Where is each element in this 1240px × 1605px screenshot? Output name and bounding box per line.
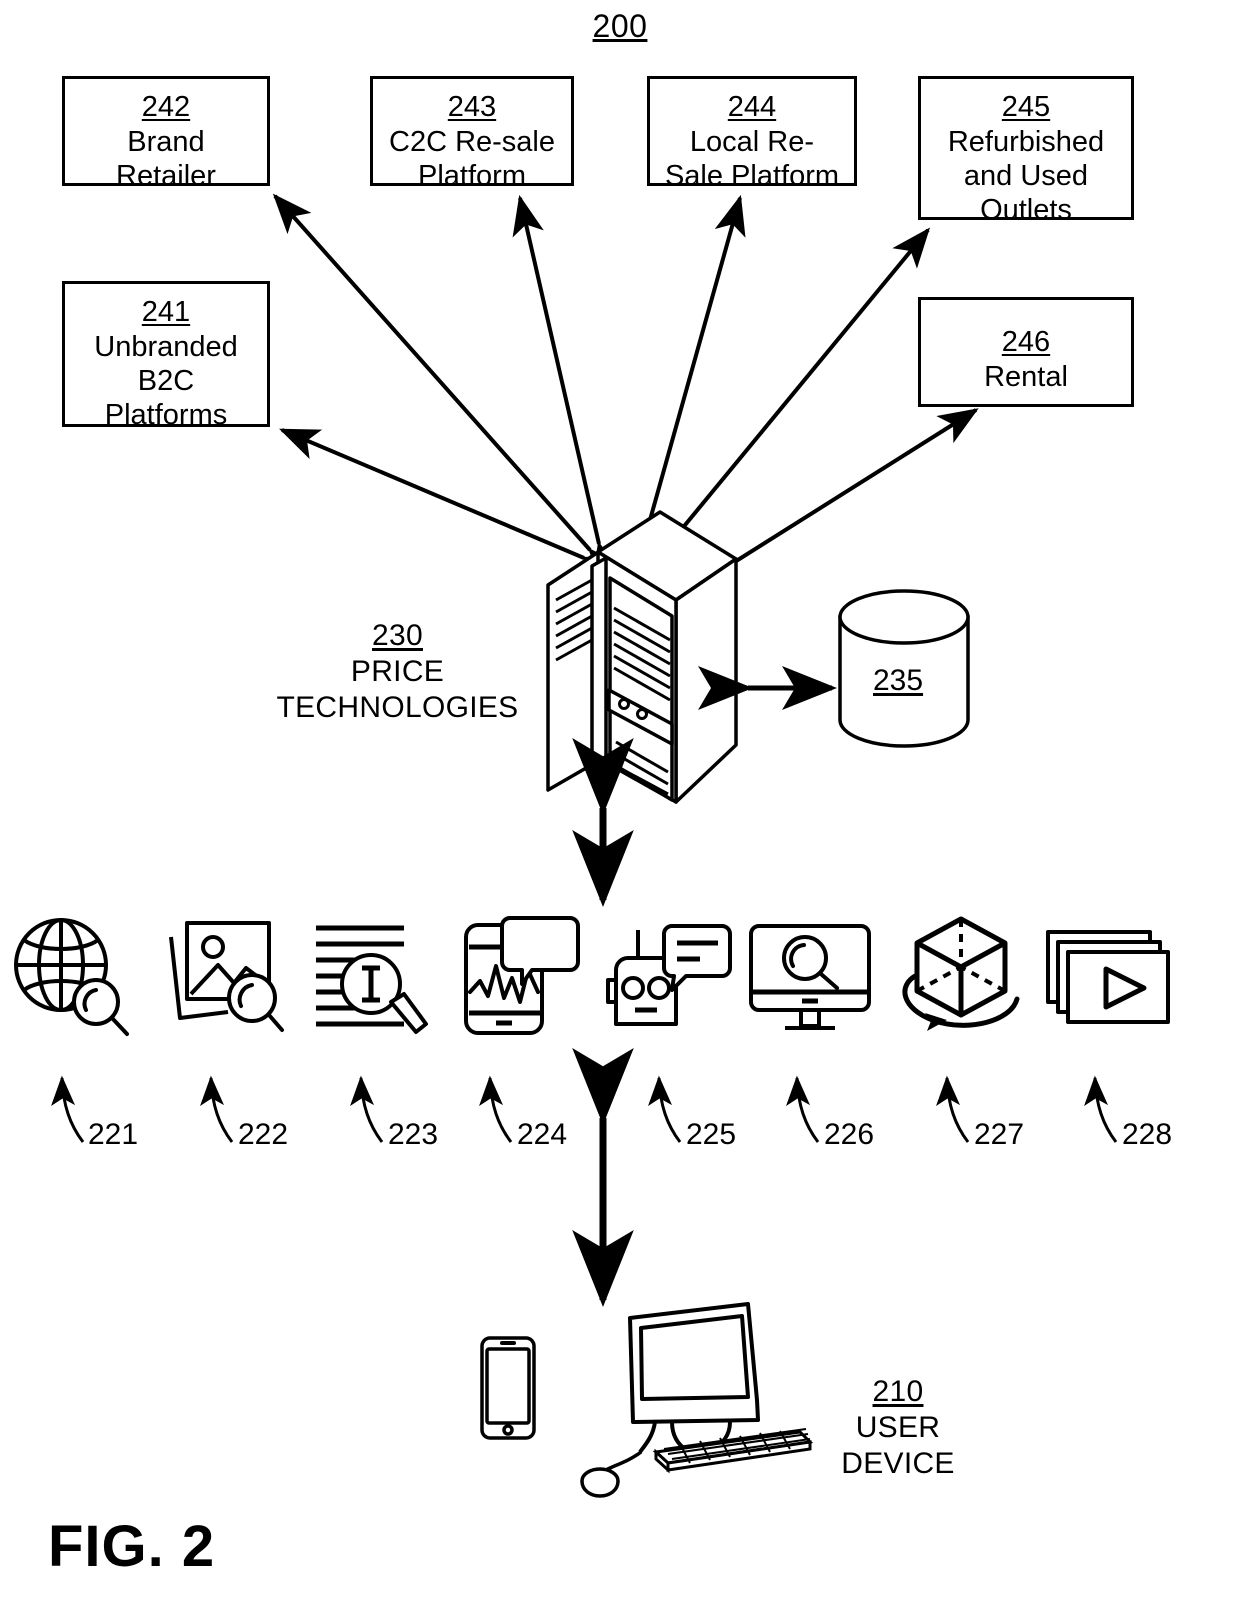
user-device-ref-number: 210 xyxy=(872,1375,924,1408)
globe-search-icon xyxy=(14,918,129,1036)
mouse-icon xyxy=(580,1467,620,1498)
leader-225 xyxy=(648,1075,682,1143)
connector-230-242 xyxy=(272,193,627,589)
connector-230-245 xyxy=(626,227,931,592)
box-241-unbranded-b2c-platforms[interactable]: 241 Unbranded B2C Platforms xyxy=(62,281,270,431)
icon-ref-226: 226 xyxy=(824,1118,875,1151)
video-stack-play-icon xyxy=(1046,930,1170,1024)
box-label: Brand Retailer xyxy=(116,125,216,192)
connector-230-246 xyxy=(666,408,979,614)
box-244-local-resale-platform[interactable]: 244 Local Re- Sale Platform xyxy=(647,76,857,192)
rotating-3d-cube-icon xyxy=(902,916,1020,1031)
box-label: Refurbished and Used Outlets xyxy=(947,125,1105,226)
box-ref-number: 245 xyxy=(1001,91,1051,123)
box-ref-number: 242 xyxy=(141,91,191,123)
server-platform-connectors xyxy=(272,193,979,614)
box-245-refurbished-and-used-outlets[interactable]: 245 Refurbished and Used Outlets xyxy=(918,76,1134,226)
leader-223 xyxy=(350,1075,384,1143)
box-label: Unbranded B2C Platforms xyxy=(94,330,238,431)
image-search-icon xyxy=(169,921,284,1032)
modality-icon-228[interactable] xyxy=(1042,910,1172,1040)
monitor-search-icon xyxy=(749,924,871,1030)
server-ref-number: 230 xyxy=(372,619,423,652)
server-label-230: 230 PRICE TECHNOLOGIES xyxy=(255,618,540,726)
icon-ref-223: 223 xyxy=(388,1118,439,1151)
database-ref-number-235: 235 xyxy=(873,664,924,697)
box-243-c2c-resale-platform[interactable]: 243 C2C Re-sale Platform xyxy=(370,76,574,192)
icon-ref-224: 224 xyxy=(517,1118,568,1151)
user-device-line2: DEVICE xyxy=(841,1447,955,1480)
user-device-line1: USER xyxy=(855,1411,941,1444)
leader-222 xyxy=(200,1075,234,1143)
box-label: Rental xyxy=(984,360,1068,393)
icon-leader-lines xyxy=(51,1075,1118,1143)
leader-224 xyxy=(479,1075,513,1143)
icon-ref-225: 225 xyxy=(686,1118,737,1151)
box-ref-number: 246 xyxy=(1001,326,1051,358)
patent-figure-2: 200 242 Brand Retailer 243 C2C Re-sale P… xyxy=(0,0,1240,1605)
text-search-icon xyxy=(316,925,428,1034)
box-ref-number: 243 xyxy=(447,91,497,123)
leader-228 xyxy=(1084,1075,1118,1143)
modality-icon-224[interactable] xyxy=(452,910,582,1040)
user-device-label-210: 210 USER DEVICE xyxy=(808,1374,988,1482)
icon-ref-227: 227 xyxy=(974,1118,1025,1151)
connector-230-244 xyxy=(617,194,746,585)
chatbot-icon xyxy=(606,924,732,1026)
leader-221 xyxy=(51,1075,85,1143)
modality-icon-225[interactable] xyxy=(602,910,732,1040)
box-242-brand-retailer[interactable]: 242 Brand Retailer xyxy=(62,76,270,192)
box-label: C2C Re-sale Platform xyxy=(389,125,555,192)
box-label: Local Re- Sale Platform xyxy=(664,125,840,192)
connector-230-243 xyxy=(512,194,623,584)
diagram-vector-layer xyxy=(51,193,1118,1498)
modality-icon-226[interactable] xyxy=(745,910,875,1040)
icon-ref-228: 228 xyxy=(1122,1118,1173,1151)
box-246-rental[interactable]: 246 Rental xyxy=(918,297,1134,407)
box-ref-number: 241 xyxy=(141,296,191,328)
mobile-chat-waveform-icon xyxy=(464,916,580,1035)
leader-226 xyxy=(786,1075,820,1143)
box-ref-number: 244 xyxy=(727,91,777,123)
leader-227 xyxy=(936,1075,970,1143)
modality-icon-227[interactable] xyxy=(895,905,1025,1035)
modality-icon-222[interactable] xyxy=(158,910,288,1040)
figure-caption: FIG. 2 xyxy=(48,1514,216,1579)
server-name-line2: TECHNOLOGIES xyxy=(276,691,519,724)
icon-ref-221: 221 xyxy=(88,1118,139,1151)
icon-ref-222: 222 xyxy=(238,1118,289,1151)
smartphone-icon xyxy=(480,1336,536,1440)
keyboard-icon xyxy=(652,1428,814,1474)
server-name-line1: PRICE xyxy=(350,655,445,688)
modality-icon-221[interactable] xyxy=(8,910,138,1040)
modality-icon-223[interactable] xyxy=(308,910,438,1040)
